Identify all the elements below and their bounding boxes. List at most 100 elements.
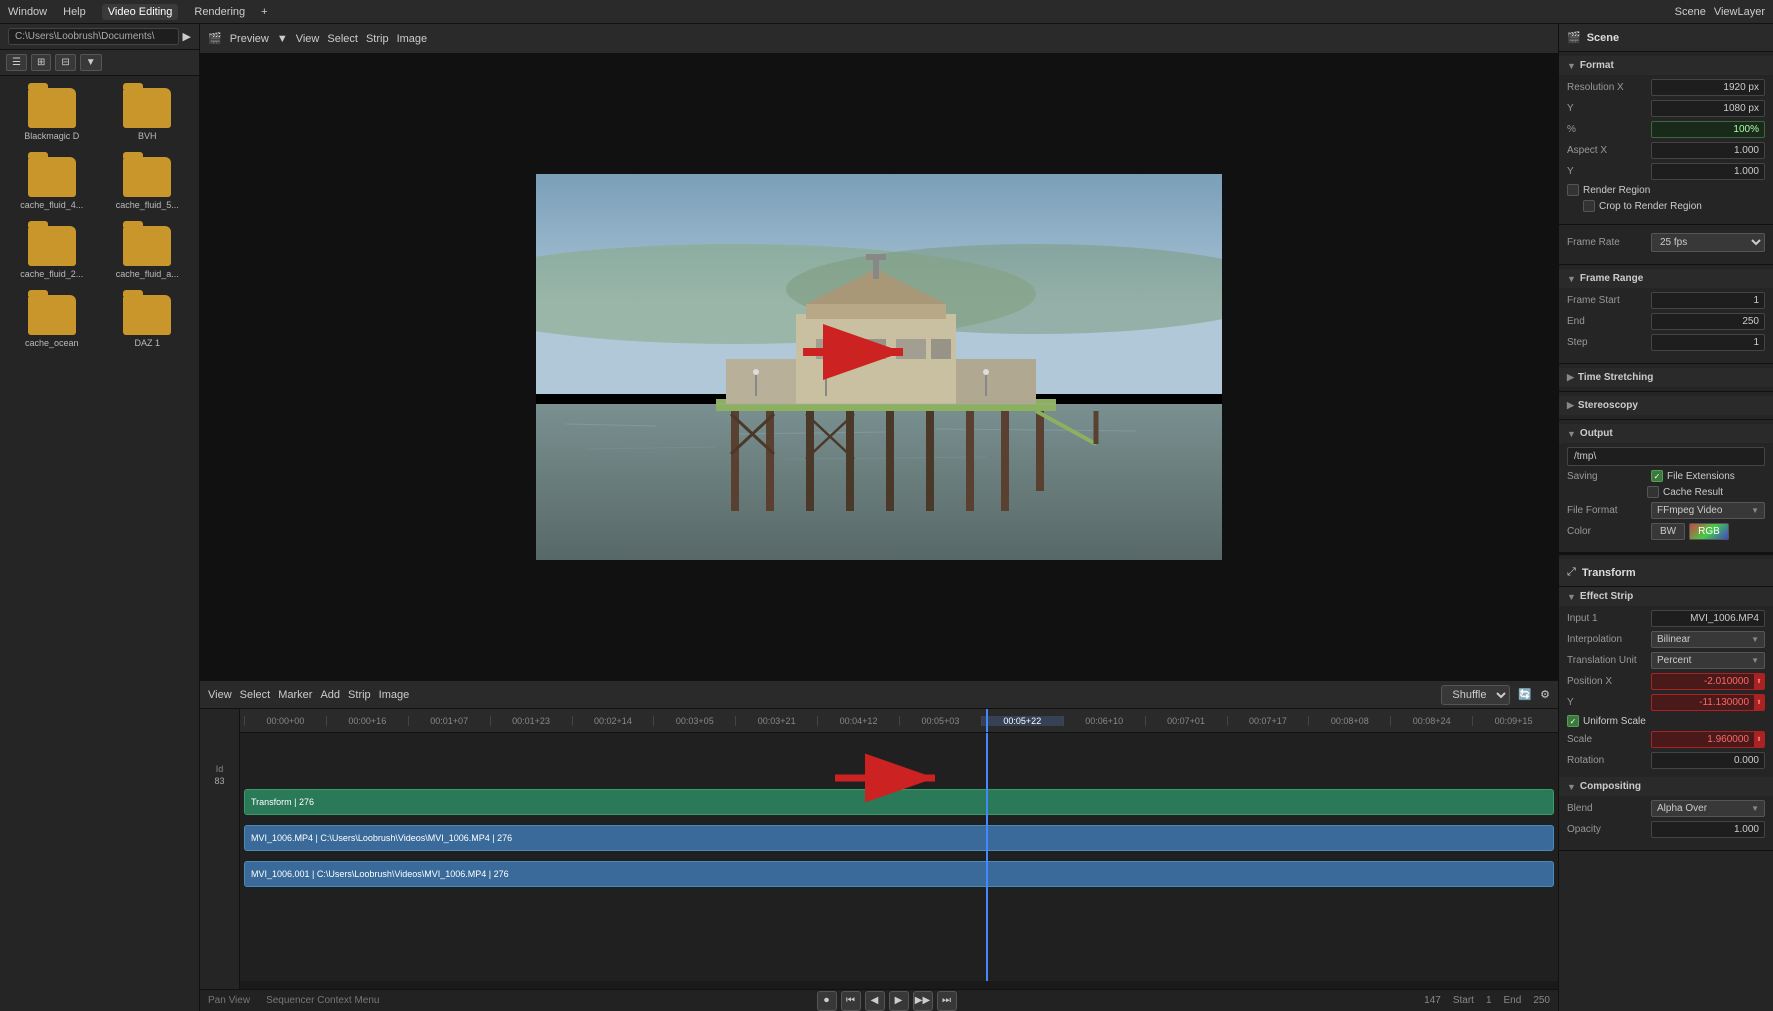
frame-step-value[interactable]: 1 bbox=[1651, 334, 1765, 351]
list-item[interactable]: DAZ 1 bbox=[104, 291, 192, 352]
compositing-expand-icon: ▼ bbox=[1567, 782, 1576, 792]
compositing-header[interactable]: ▼ Compositing bbox=[1559, 777, 1773, 796]
list-item[interactable]: cache_fluid_5... bbox=[104, 153, 192, 214]
path-bar[interactable]: C:\Users\Loobrush\Documents\ bbox=[8, 28, 179, 45]
frame-range-expand-icon: ▼ bbox=[1567, 274, 1576, 284]
filter-btn[interactable]: ▼ bbox=[80, 54, 102, 71]
track-clip-mv1[interactable]: MVI_1006.MP4 | C:\Users\Loobrush\Videos\… bbox=[244, 825, 1554, 851]
seq-menu-marker[interactable]: Marker bbox=[278, 689, 312, 701]
playback-controls: ⏺ ⏮ ◀ ▶ ▶▶ ⏭ bbox=[817, 991, 957, 1011]
play-btn[interactable]: ▶ bbox=[889, 991, 909, 1011]
crop-region-checkbox[interactable] bbox=[1583, 200, 1595, 212]
list-item[interactable]: cache_fluid_2... bbox=[8, 222, 96, 283]
menu-rendering[interactable]: Rendering bbox=[194, 6, 245, 18]
seq-menu-view[interactable]: View bbox=[208, 689, 232, 701]
resolution-percent-value[interactable]: 100% bbox=[1651, 121, 1765, 138]
menu-help[interactable]: Help bbox=[63, 6, 86, 18]
aspect-x-label: Aspect X bbox=[1567, 145, 1647, 156]
resolution-x-value[interactable]: 1920 px bbox=[1651, 79, 1765, 96]
resolution-y-row: Y 1080 px bbox=[1567, 100, 1765, 117]
menu-window[interactable]: Window bbox=[8, 6, 47, 18]
aspect-y-value[interactable]: 1.000 bbox=[1651, 163, 1765, 180]
stereoscopy-header[interactable]: ▶ Stereoscopy bbox=[1559, 396, 1773, 415]
interpolation-dropdown[interactable]: Bilinear ▼ bbox=[1651, 631, 1765, 648]
preview-mode-label[interactable]: Preview bbox=[230, 33, 269, 45]
seq-menu-add[interactable]: Add bbox=[320, 689, 340, 701]
input-1-value[interactable]: MVI_1006.MP4 bbox=[1651, 610, 1765, 627]
resolution-percent-label: % bbox=[1567, 124, 1647, 135]
frame-end-label: End bbox=[1504, 995, 1522, 1006]
cache-result-checkbox[interactable] bbox=[1647, 486, 1659, 498]
frame-start-value[interactable]: 1 bbox=[1651, 292, 1765, 309]
resolution-y-value[interactable]: 1080 px bbox=[1651, 100, 1765, 117]
preview-menu-select[interactable]: Select bbox=[327, 33, 358, 45]
seq-scrollbar[interactable] bbox=[240, 981, 1558, 989]
color-row: Color BW RGB bbox=[1567, 523, 1765, 540]
preview-content bbox=[200, 54, 1558, 679]
file-format-dropdown[interactable]: FFmpeg Video ▼ bbox=[1651, 502, 1765, 519]
track-id-value: 83 bbox=[214, 776, 224, 786]
sequencer-arrow-annotation bbox=[830, 751, 960, 806]
seq-menu-strip[interactable]: Strip bbox=[348, 689, 371, 701]
position-y-input[interactable]: -11.130000 ⬆ bbox=[1651, 694, 1765, 711]
effect-strip-header[interactable]: ▼ Effect Strip bbox=[1559, 587, 1773, 606]
rgb-btn[interactable]: RGB bbox=[1689, 523, 1729, 540]
list-item[interactable]: Blackmagic D bbox=[8, 84, 96, 145]
render-region-checkbox[interactable] bbox=[1567, 184, 1579, 196]
playhead-vertical bbox=[986, 733, 988, 981]
playback-mode-select[interactable]: Shuffle bbox=[1441, 685, 1510, 705]
frame-rate-select[interactable]: 25 fps bbox=[1651, 233, 1765, 252]
skip-start-btn[interactable]: ⏮ bbox=[841, 991, 861, 1011]
ruler-mark: 00:04+12 bbox=[817, 716, 899, 726]
preview-menu-image[interactable]: Image bbox=[397, 33, 428, 45]
list-item[interactable]: BVH bbox=[104, 84, 192, 145]
list-item[interactable]: cache_fluid_4... bbox=[8, 153, 96, 214]
frame-end-value[interactable]: 250 bbox=[1651, 313, 1765, 330]
list-item[interactable]: cache_ocean bbox=[8, 291, 96, 352]
bottom-info-bar: Pan View Sequencer Context Menu ⏺ ⏮ ◀ ▶ … bbox=[200, 989, 1558, 1011]
next-frame-btn[interactable]: ▶▶ bbox=[913, 991, 933, 1011]
track-clip-mv2[interactable]: MVI_1006.001 | C:\Users\Loobrush\Videos\… bbox=[244, 861, 1554, 887]
rotation-value[interactable]: 0.000 bbox=[1651, 752, 1765, 769]
path-nav-btn[interactable]: ▶ bbox=[183, 30, 191, 43]
position-y-drag-handle[interactable]: ⬆ bbox=[1754, 695, 1764, 710]
file-extensions-checkbox[interactable] bbox=[1651, 470, 1663, 482]
scale-input[interactable]: 1.960000 ⬆ bbox=[1651, 731, 1765, 748]
folder-icon bbox=[28, 295, 76, 335]
uniform-scale-checkbox[interactable] bbox=[1567, 715, 1579, 727]
time-stretching-header[interactable]: ▶ Time Stretching bbox=[1559, 368, 1773, 387]
preview-dropdown-icon[interactable]: ▼ bbox=[277, 33, 288, 45]
prev-frame-btn[interactable]: ◀ bbox=[865, 991, 885, 1011]
seq-menu-image[interactable]: Image bbox=[379, 689, 410, 701]
output-path-input[interactable] bbox=[1567, 447, 1765, 466]
view-large-btn[interactable]: ⊟ bbox=[55, 54, 75, 71]
preview-menu-view[interactable]: View bbox=[296, 33, 320, 45]
position-x-drag-handle[interactable]: ⬆ bbox=[1754, 674, 1764, 689]
scale-drag-handle[interactable]: ⬆ bbox=[1754, 732, 1764, 747]
aspect-x-value[interactable]: 1.000 bbox=[1651, 142, 1765, 159]
bw-btn[interactable]: BW bbox=[1651, 523, 1685, 540]
frame-range-header[interactable]: ▼ Frame Range bbox=[1559, 269, 1773, 288]
main-layout: C:\Users\Loobrush\Documents\ ▶ ☰ ⊞ ⊟ ▼ B… bbox=[0, 24, 1773, 1011]
view-grid-btn[interactable]: ⊞ bbox=[31, 54, 51, 71]
format-section-header[interactable]: ▼ Format bbox=[1559, 56, 1773, 75]
add-workspace-btn[interactable]: + bbox=[261, 6, 267, 18]
position-x-input[interactable]: -2.010000 ⬆ bbox=[1651, 673, 1765, 690]
menu-video-editing[interactable]: Video Editing bbox=[102, 4, 179, 20]
tracks-area[interactable]: Transform | 276 MVI_1006.MP4 | C:\Users\… bbox=[240, 733, 1558, 981]
preview-menu-strip[interactable]: Strip bbox=[366, 33, 389, 45]
skip-end-btn[interactable]: ⏭ bbox=[937, 991, 957, 1011]
timeline-ruler[interactable]: 00:00+00 00:00+16 00:01+07 00:01+23 00:0… bbox=[240, 709, 1558, 733]
playhead-top bbox=[986, 709, 988, 732]
top-menu-bar: Window Help Video Editing Rendering + Sc… bbox=[0, 0, 1773, 24]
opacity-value[interactable]: 1.000 bbox=[1651, 821, 1765, 838]
record-btn[interactable]: ⏺ bbox=[817, 991, 837, 1011]
list-item[interactable]: cache_fluid_a... bbox=[104, 222, 192, 283]
output-section-header[interactable]: ▼ Output bbox=[1559, 424, 1773, 443]
rotation-row: Rotation 0.000 bbox=[1567, 752, 1765, 769]
blend-dropdown[interactable]: Alpha Over ▼ bbox=[1651, 800, 1765, 817]
translation-unit-dropdown[interactable]: Percent ▼ bbox=[1651, 652, 1765, 669]
view-list-btn[interactable]: ☰ bbox=[6, 54, 27, 71]
ruler-mark: 00:05+03 bbox=[899, 716, 981, 726]
seq-menu-select[interactable]: Select bbox=[240, 689, 271, 701]
